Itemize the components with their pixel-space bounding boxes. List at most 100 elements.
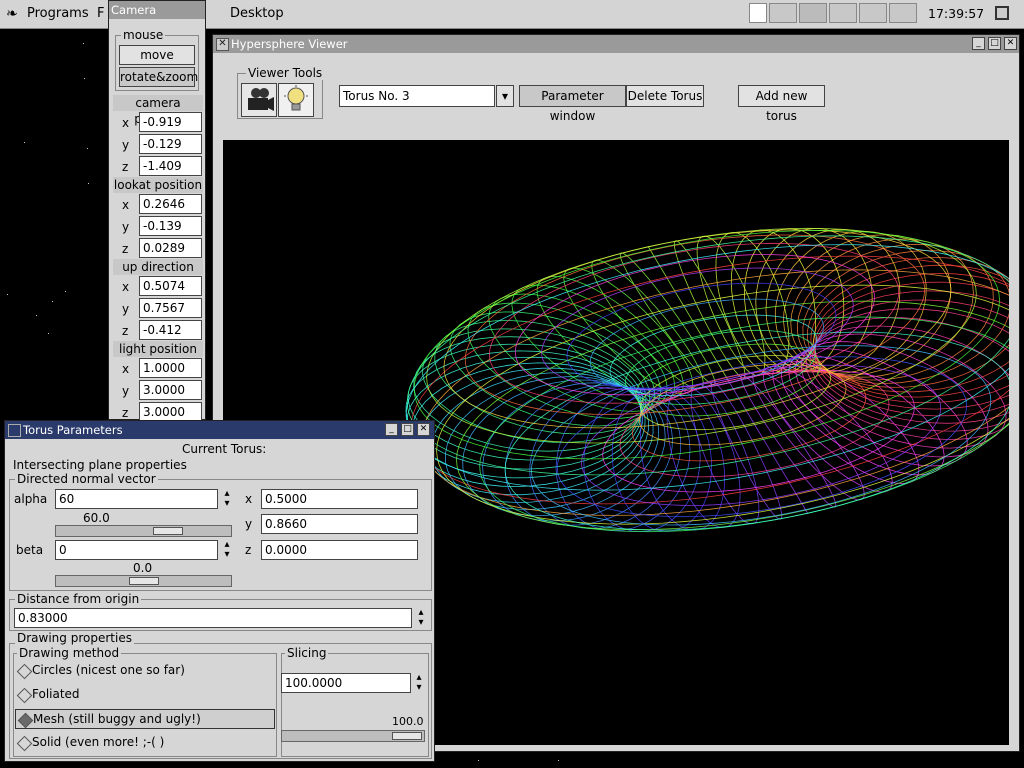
drawing-method-label: Solid (even more! ;-( ): [32, 735, 165, 749]
movie-camera-icon: [248, 88, 274, 111]
light-tool-button[interactable]: [278, 83, 314, 117]
slicing-slider-thumb[interactable]: [392, 732, 422, 740]
torus-mesh-line: [405, 350, 642, 470]
slicing-field[interactable]: 100.0000: [281, 673, 411, 693]
radio-icon[interactable]: [16, 735, 33, 752]
workspace-2[interactable]: [799, 3, 827, 23]
light-x-field[interactable]: 1.0000: [139, 358, 202, 378]
alpha-slider-value: 60.0: [83, 511, 110, 525]
workspace-3[interactable]: [829, 3, 857, 23]
dropdown-arrow-icon[interactable]: ▾: [496, 85, 514, 107]
lookat-x-field[interactable]: 0.2646: [139, 194, 202, 214]
drawing-method-label: Mesh (still buggy and ugly!): [33, 712, 201, 726]
close-window-icon[interactable]: ✕: [1004, 37, 1017, 50]
distance-spinner[interactable]: ▴ ▾: [415, 608, 427, 628]
slicing-slider[interactable]: [281, 730, 425, 742]
alpha-label: alpha: [14, 492, 48, 506]
move-button[interactable]: move: [119, 45, 195, 65]
alpha-slider-thumb[interactable]: [153, 527, 183, 535]
workspace-5[interactable]: [889, 3, 917, 23]
current-torus-label: Current Torus:: [182, 442, 267, 456]
rotate-zoom-button[interactable]: rotate&zoom: [119, 67, 198, 87]
slicing-spinner[interactable]: ▴ ▾: [413, 673, 425, 693]
desktop-menu[interactable]: Desktop: [230, 4, 284, 24]
radio-icon[interactable]: [16, 687, 33, 704]
viewer-titlebar[interactable]: ✕ Hypersphere Viewer _ □ ✕: [213, 35, 1019, 53]
drawing-properties-label: Drawing properties: [15, 631, 134, 645]
vector-y-field[interactable]: 0.8660: [261, 514, 418, 534]
close-window-icon[interactable]: ✕: [417, 423, 430, 436]
vector-x-field[interactable]: 0.5000: [261, 489, 418, 509]
intersecting-plane-label: Intersecting plane properties: [13, 458, 187, 472]
cam-x-field[interactable]: -0.919: [139, 112, 202, 132]
panel-arrow-icon[interactable]: [749, 3, 767, 23]
maximize-icon[interactable]: □: [401, 423, 414, 436]
light-y-label: y: [122, 384, 130, 398]
add-torus-button[interactable]: Add new torus: [738, 85, 825, 123]
panel-menu-f[interactable]: F: [97, 4, 104, 24]
window-title: Camera: [111, 3, 157, 17]
up-y-field[interactable]: 0.7567: [139, 298, 202, 318]
light-y-field[interactable]: 3.0000: [139, 380, 202, 400]
minimize-icon[interactable]: _: [385, 423, 398, 436]
alpha-slider[interactable]: [55, 525, 232, 537]
distance-field[interactable]: 0.83000: [14, 608, 412, 628]
workspace-1[interactable]: [769, 3, 797, 23]
workspace-4[interactable]: [859, 3, 887, 23]
slicing-label: Slicing: [285, 646, 329, 660]
light-bulb-icon: [284, 85, 308, 111]
vector-z-field[interactable]: 0.0000: [261, 540, 418, 560]
up-direction-header: up direction: [113, 259, 203, 275]
beta-spinner[interactable]: ▴ ▾: [221, 540, 233, 560]
cam-z-label: z: [122, 160, 129, 174]
light-position-header: light position: [113, 341, 203, 357]
lookat-position-header: lookat position: [113, 177, 203, 193]
drawing-method-option[interactable]: Circles (nicest one so far): [15, 661, 275, 681]
beta-slider[interactable]: [55, 575, 232, 587]
up-x-label: x: [122, 280, 130, 294]
cam-z-field[interactable]: -1.409: [139, 156, 202, 176]
slicing-slider-value: 100.0: [392, 715, 424, 728]
cam-y-field[interactable]: -0.129: [139, 134, 202, 154]
alpha-spinner[interactable]: ▴ ▾: [221, 489, 233, 509]
clock[interactable]: 17:39:57: [928, 4, 984, 24]
beta-slider-value: 0.0: [133, 561, 153, 575]
up-x-field[interactable]: 0.5074: [139, 276, 202, 296]
delete-torus-button[interactable]: Delete Torus: [626, 85, 704, 107]
up-z-field[interactable]: -0.412: [139, 320, 202, 340]
drawing-method-option[interactable]: Mesh (still buggy and ugly!): [15, 709, 275, 729]
drawing-method-option[interactable]: Foliated: [15, 685, 275, 705]
minimize-icon[interactable]: _: [972, 37, 985, 50]
window-menu-icon[interactable]: [8, 424, 21, 437]
camera-tool-button[interactable]: [241, 83, 277, 117]
torus-mesh-line: [555, 387, 691, 532]
cam-x-label: x: [122, 116, 130, 130]
beta-label: beta: [16, 543, 44, 557]
lookat-z-field[interactable]: 0.0289: [139, 238, 202, 258]
close-icon[interactable]: ✕: [216, 38, 229, 51]
parameter-window-button[interactable]: Parameter window: [519, 85, 626, 123]
window-title: Hypersphere Viewer: [231, 37, 348, 51]
lookat-y-field[interactable]: -0.139: [139, 216, 202, 236]
show-desktop-icon[interactable]: [995, 6, 1009, 20]
programs-menu[interactable]: Programs: [27, 4, 89, 24]
light-z-label: z: [122, 406, 129, 420]
drawing-method-label: Drawing method: [17, 646, 122, 660]
camera-titlebar[interactable]: Camera: [109, 1, 205, 19]
mouse-label: mouse: [121, 28, 166, 42]
up-z-label: z: [122, 324, 129, 338]
radio-icon[interactable]: [17, 712, 34, 729]
cam-y-label: y: [122, 138, 130, 152]
maximize-icon[interactable]: □: [988, 37, 1001, 50]
camera-window: Camera mouse move rotate&zoom camera pos…: [108, 0, 206, 422]
radio-icon[interactable]: [16, 663, 33, 680]
beta-field[interactable]: 0: [55, 540, 218, 560]
viewer-tools-label: Viewer Tools: [246, 66, 325, 80]
torus-params-titlebar[interactable]: Torus Parameters _ □ ✕: [5, 421, 434, 439]
light-z-field[interactable]: 3.0000: [139, 402, 202, 422]
torus-select[interactable]: Torus No. 3: [339, 85, 495, 107]
alpha-field[interactable]: 60: [55, 489, 218, 509]
drawing-method-option[interactable]: Solid (even more! ;-( ): [15, 733, 275, 753]
beta-slider-thumb[interactable]: [129, 577, 159, 585]
gnome-foot-icon[interactable]: ❧: [6, 4, 18, 24]
